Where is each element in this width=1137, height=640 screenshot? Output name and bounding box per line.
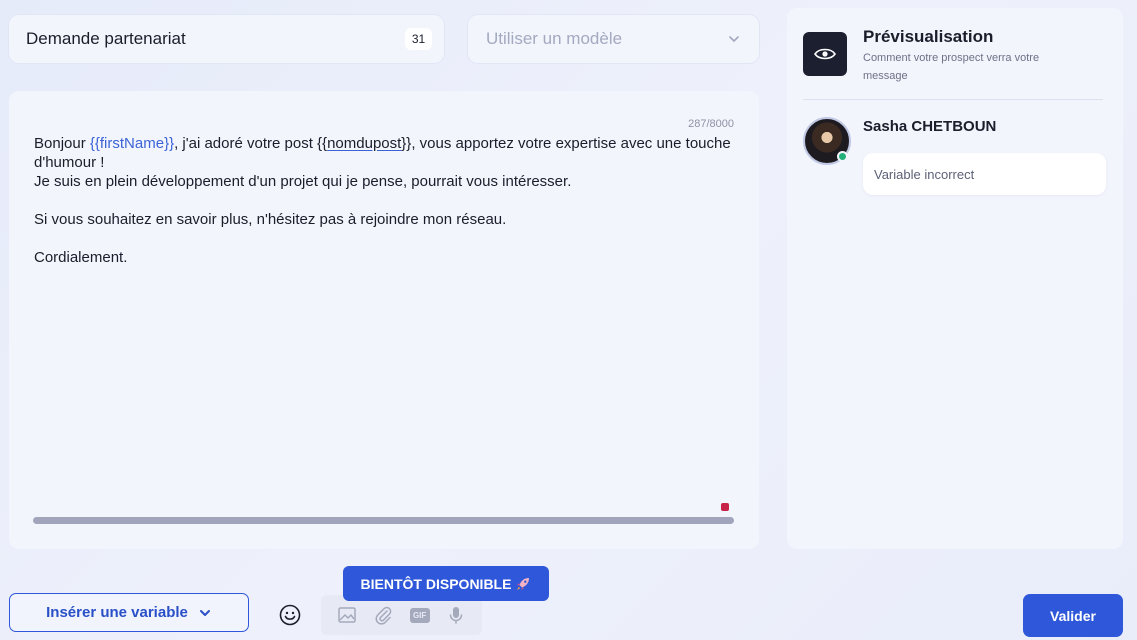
variable-nomdupost[interactable]: {{nomdupost}} xyxy=(317,135,411,152)
error-marker xyxy=(721,503,729,511)
insert-variable-label: Insérer une variable xyxy=(46,604,188,621)
coming-soon-badge: BIENTÔT DISPONIBLE xyxy=(343,566,549,601)
preview-title: Prévisualisation xyxy=(863,27,994,46)
submit-button[interactable]: Valider xyxy=(1023,594,1123,637)
message-editor[interactable]: 287/8000 Bonjour {{firstName}}, j'ai ado… xyxy=(9,91,759,549)
message-paragraph-4: Cordialement. xyxy=(34,249,128,266)
gif-icon: GIF xyxy=(409,607,430,623)
horizontal-scrollbar[interactable] xyxy=(33,517,734,524)
preview-divider xyxy=(803,99,1103,100)
message-paragraph-1: Bonjour {{firstName}}, j'ai adoré votre … xyxy=(34,135,731,171)
preview-message-bubble: Variable incorrect xyxy=(863,153,1106,195)
image-icon xyxy=(338,607,356,623)
paperclip-icon xyxy=(375,606,392,625)
template-select[interactable]: Utiliser un modèle xyxy=(468,15,759,63)
eye-icon xyxy=(803,32,847,76)
prospect-name: Sasha CHETBOUN xyxy=(863,118,997,135)
message-char-counter: 287/8000 xyxy=(688,118,734,130)
variable-firstname[interactable]: {{firstName}} xyxy=(90,135,174,152)
template-select-placeholder: Utiliser un modèle xyxy=(486,29,623,48)
online-status-dot xyxy=(837,151,848,162)
message-name-input[interactable]: Demande partenariat 31 xyxy=(9,15,444,63)
message-name-value: Demande partenariat xyxy=(26,29,186,48)
message-body[interactable]: Bonjour {{firstName}}, j'ai adoré votre … xyxy=(34,134,739,267)
character-count-badge: 31 xyxy=(405,28,432,50)
microphone-icon xyxy=(449,607,463,624)
message-paragraph-3: Si vous souhaitez en savoir plus, n'hési… xyxy=(34,211,507,228)
rocket-icon xyxy=(517,577,530,590)
insert-variable-button[interactable]: Insérer une variable xyxy=(9,593,249,632)
emoji-icon[interactable] xyxy=(279,604,301,626)
chevron-down-icon xyxy=(199,609,210,616)
chevron-down-icon xyxy=(729,36,739,42)
preview-panel: Prévisualisation Comment votre prospect … xyxy=(787,8,1123,549)
preview-subtitle: Comment votre prospect verra votre messa… xyxy=(863,52,1040,82)
media-toolbar: GIF xyxy=(321,595,482,635)
message-paragraph-2: Je suis en plein développement d'un proj… xyxy=(34,173,572,190)
